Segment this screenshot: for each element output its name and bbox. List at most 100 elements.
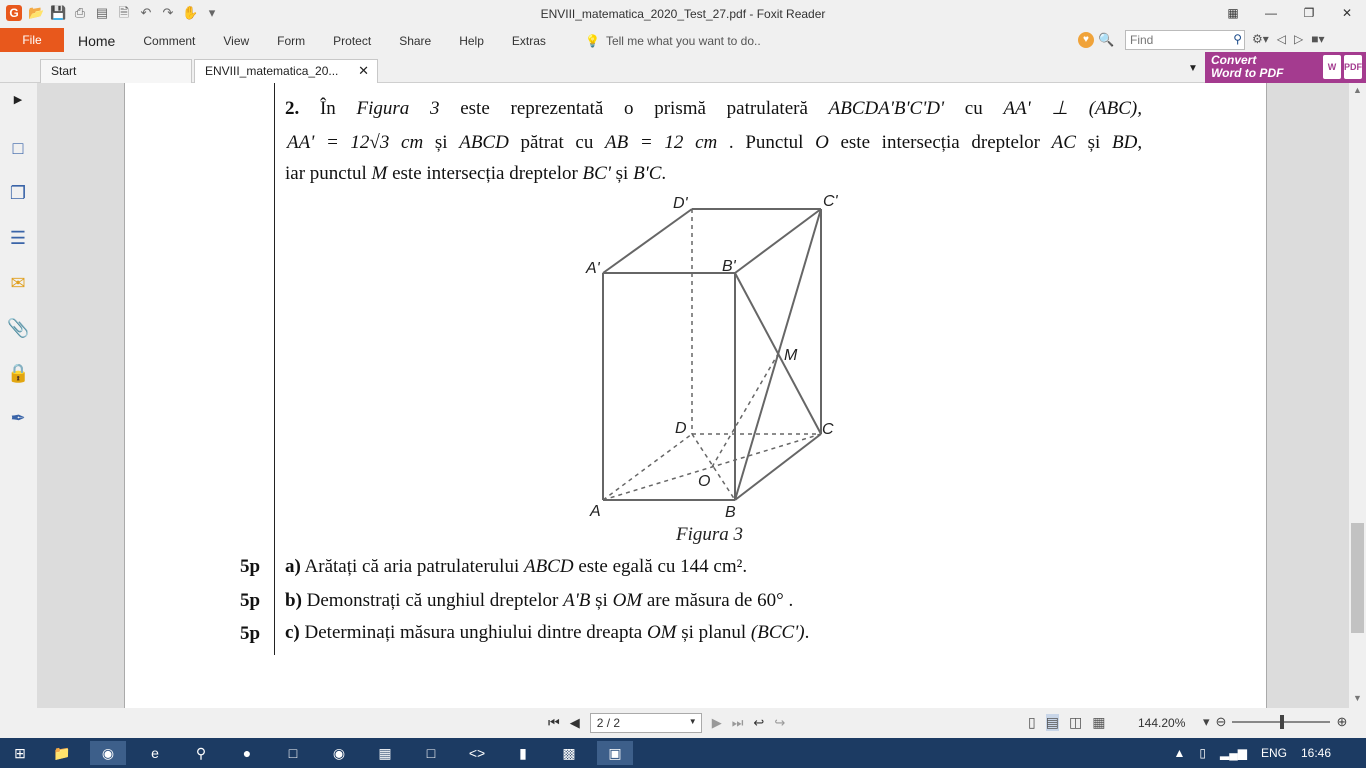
file-explorer-icon[interactable]: 📁	[44, 741, 80, 765]
convert-word-to-pdf-banner[interactable]: Convert Word to PDF W PDF	[1205, 52, 1366, 83]
zoom-out-icon[interactable]: ⊖	[1216, 714, 1227, 730]
tray-up-arrow-icon[interactable]: ▲	[1173, 746, 1185, 760]
margin-rule	[274, 83, 275, 655]
scroll-thumb[interactable]	[1351, 523, 1364, 633]
user-icon[interactable]: ■▾	[1311, 32, 1324, 46]
label-c1: C'	[823, 193, 839, 210]
score-c: 5p	[240, 623, 261, 644]
first-page-icon[interactable]: ⏮	[548, 715, 560, 731]
tell-me-search[interactable]: 💡 Tell me what you want to do..	[585, 34, 761, 48]
segment-om-hidden	[711, 353, 779, 468]
book-app-icon[interactable]: ▮	[505, 741, 541, 765]
file-menu-button[interactable]: File	[0, 28, 64, 52]
label-m: M	[784, 347, 798, 364]
tab-help[interactable]: Help	[445, 28, 498, 55]
next-icon[interactable]: ▷	[1294, 32, 1303, 46]
scroll-up-icon[interactable]: ▲	[1349, 85, 1366, 95]
label-o: O	[698, 473, 710, 490]
page-thumbnails-icon[interactable]: ❐	[7, 182, 29, 204]
search-icon[interactable]: ⚲	[1233, 32, 1242, 46]
search-app-icon[interactable]: ⚲	[183, 741, 219, 765]
vertical-scrollbar[interactable]: ▲ ▼	[1349, 83, 1366, 708]
tab-form[interactable]: Form	[263, 28, 319, 55]
firefox-icon[interactable]: ◉	[321, 741, 357, 765]
security-lock-icon[interactable]: 🔒	[7, 362, 29, 384]
next-view-icon[interactable]: ↪	[774, 715, 785, 731]
document-tabs: Start ENVIII_matematica_20... ✕ ▼	[0, 55, 1366, 83]
layers-icon[interactable]: ☰	[7, 227, 29, 249]
label-d1: D'	[673, 195, 689, 212]
next-page-icon[interactable]: ▶	[712, 715, 722, 731]
ribbon-options-icon[interactable]: ▦	[1214, 0, 1252, 26]
problem-line-1: 2. În Figura 3 este reprezentată o prism…	[285, 98, 1143, 119]
expand-sidebar-icon[interactable]: ▶	[7, 89, 29, 111]
word-file-icon: W	[1323, 55, 1341, 79]
close-tab-icon[interactable]: ✕	[358, 60, 369, 82]
battery-icon[interactable]: ▯	[1199, 746, 1206, 760]
notepad-app-icon[interactable]: □	[413, 741, 449, 765]
tab-comment[interactable]: Comment	[129, 28, 209, 55]
tab-home[interactable]: Home	[64, 28, 129, 55]
close-button[interactable]: ✕	[1328, 0, 1366, 26]
find-placeholder: Find	[1130, 33, 1154, 47]
zoom-slider-knob[interactable]	[1280, 715, 1285, 729]
clock[interactable]: 16:46	[1301, 746, 1331, 760]
facing-page-icon[interactable]: ◫	[1069, 714, 1082, 731]
status-bar: ⏮ ◀ 2 / 2 ▼ ▶ ⏭ ↩ ↪ ▯ ▤ ◫ ▦ 144.20% ▾ ⊖ …	[0, 708, 1366, 738]
internet-explorer-icon[interactable]: e	[137, 741, 173, 765]
continuous-facing-icon[interactable]: ▦	[1092, 714, 1105, 731]
document-tab-label: ENVIII_matematica_20...	[205, 64, 339, 78]
tab-view[interactable]: View	[209, 28, 263, 55]
zoom-slider[interactable]	[1232, 715, 1331, 729]
question-b: b) Demonstrați că unghiul dreptelor A'B …	[285, 590, 794, 611]
tab-start[interactable]: Start	[40, 59, 192, 83]
previous-view-icon[interactable]: ↩	[753, 715, 764, 731]
bookmarks-icon[interactable]: □	[7, 137, 29, 159]
window-title: ENVIII_matematica_2020_Test_27.pdf - Fox…	[540, 7, 826, 21]
restore-button[interactable]: ❐	[1290, 0, 1328, 26]
last-page-icon[interactable]: ⏭	[732, 715, 744, 731]
heart-icon[interactable]: ♥	[1078, 32, 1094, 48]
chrome-icon[interactable]: ◉	[90, 741, 126, 765]
scroll-down-icon[interactable]: ▼	[1349, 693, 1366, 703]
single-page-icon[interactable]: ▯	[1028, 714, 1036, 731]
previous-page-icon[interactable]: ◀	[570, 715, 580, 731]
tab-protect[interactable]: Protect	[319, 28, 385, 55]
question-c: c) Determinați măsura unghiului dintre d…	[285, 622, 810, 643]
network-signal-icon[interactable]: ▂▄▆	[1220, 746, 1247, 760]
tab-share[interactable]: Share	[385, 28, 445, 55]
tab-document[interactable]: ENVIII_matematica_20... ✕	[194, 59, 378, 83]
tell-me-text: Tell me what you want to do..	[605, 34, 761, 48]
minimize-button[interactable]: —	[1252, 0, 1290, 26]
comments-icon[interactable]: ✉	[7, 272, 29, 294]
edge-ad-hidden	[602, 433, 693, 501]
zoom-dropdown-icon[interactable]: ▾	[1203, 714, 1210, 730]
zoom-level[interactable]: 144.20%	[1138, 716, 1185, 730]
signatures-icon[interactable]: ✒	[7, 407, 29, 429]
search-folder-icon[interactable]: 🔍	[1098, 32, 1114, 48]
language-indicator[interactable]: ENG	[1261, 746, 1287, 760]
tabs-dropdown-icon[interactable]: ▼	[1188, 63, 1198, 74]
score-a: 5p	[240, 556, 261, 577]
page-dropdown-icon[interactable]: ▼	[689, 717, 697, 726]
zoom-in-icon[interactable]: ⊕	[1336, 714, 1347, 730]
firefox-dev-icon[interactable]: ●	[229, 741, 265, 765]
continuous-page-icon[interactable]: ▤	[1045, 714, 1059, 731]
pdf-file-icon: PDF	[1344, 55, 1362, 79]
windows-start-icon[interactable]: ⊞	[2, 741, 38, 765]
tab-extras[interactable]: Extras	[498, 28, 560, 55]
edge-b1c1	[734, 208, 822, 274]
code-editor-icon[interactable]: <>	[459, 741, 495, 765]
terminal-app-icon[interactable]: ▩	[551, 741, 587, 765]
prism-figure: A' B' C' D' A B C D M O	[585, 193, 839, 521]
title-bar: G 📂 💾 ⎙ ▤ 🗎 ↶ ↷ ✋ ▾ ENVIII_matematica_20…	[0, 0, 1366, 28]
score-b: 5p	[240, 590, 261, 611]
settings-gear-icon[interactable]: ⚙▾	[1252, 32, 1269, 46]
document-app-icon[interactable]: □	[275, 741, 311, 765]
package-app-icon[interactable]: ▦	[367, 741, 403, 765]
find-input[interactable]: Find ⚲	[1125, 30, 1245, 50]
page-number-input[interactable]: 2 / 2 ▼	[589, 713, 702, 733]
attachments-icon[interactable]: 📎	[7, 317, 29, 339]
foxit-taskbar-icon[interactable]: ▣	[597, 741, 633, 765]
previous-icon[interactable]: ◁	[1277, 32, 1286, 46]
